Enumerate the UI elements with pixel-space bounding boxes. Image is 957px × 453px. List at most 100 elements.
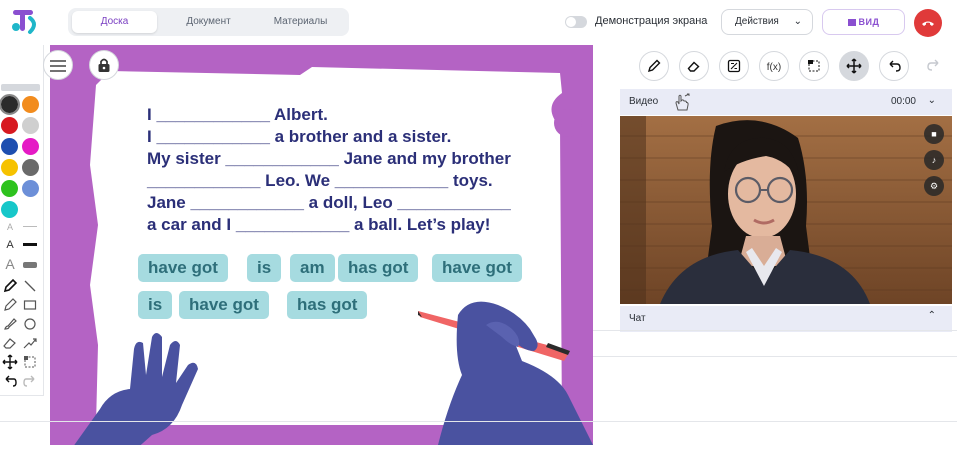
eraser-icon	[687, 61, 700, 72]
word-chip[interactable]: am	[290, 254, 335, 282]
function-button[interactable]: f(x)	[759, 51, 789, 81]
phone-hangup-icon	[922, 21, 934, 26]
formula-block-button[interactable]	[719, 51, 749, 81]
hand-with-pen-illustration	[418, 301, 593, 445]
tab-document[interactable]: Документ	[166, 11, 251, 33]
word-chip[interactable]: have got	[432, 254, 522, 282]
word-chip[interactable]: is	[247, 254, 282, 282]
view-label: ВИД	[858, 17, 880, 27]
chevron-down-icon[interactable]: ⌄	[928, 95, 936, 106]
color-swatch-blue[interactable]	[1, 138, 18, 155]
pencil-icon[interactable]	[2, 278, 18, 294]
text-small-icon[interactable]: A	[2, 219, 18, 235]
color-swatch-lightgrey[interactable]	[22, 117, 39, 134]
rectangle-icon[interactable]	[22, 297, 38, 313]
view-icon	[847, 19, 856, 26]
redo-icon[interactable]	[22, 373, 38, 389]
line-medium-icon[interactable]	[23, 243, 37, 246]
webcam-video: ■ ♪ ⚙	[620, 116, 952, 304]
select-area-icon	[808, 60, 820, 72]
line-thick-icon[interactable]	[23, 262, 37, 268]
actions-dropdown[interactable]: Действия ⌄	[721, 9, 813, 35]
move-tool-button[interactable]	[839, 51, 869, 81]
math-formula-icon	[727, 59, 741, 73]
function-label: f(x)	[766, 62, 782, 73]
arrow-line-icon[interactable]	[22, 335, 38, 351]
undo-icon	[889, 60, 901, 72]
undo-button[interactable]	[879, 51, 909, 81]
brush-icon[interactable]	[2, 316, 18, 332]
pen-icon	[647, 59, 661, 73]
video-panel-title: Видео	[629, 96, 659, 107]
video-timer: 00:00	[890, 96, 916, 107]
word-chip[interactable]: has got	[338, 254, 419, 282]
lock-icon	[98, 58, 110, 72]
hand-pointer-icon[interactable]	[672, 93, 692, 111]
top-bar: Доска Документ Материалы Демонстрация эк…	[0, 0, 957, 45]
whiteboard-canvas[interactable]: I ____________ Albert. I ____________ a …	[50, 45, 593, 445]
text-large-icon[interactable]: A	[2, 256, 18, 272]
board-lock-button[interactable]	[89, 50, 119, 80]
chat-divider	[593, 330, 957, 331]
word-chip[interactable]: is	[138, 291, 173, 319]
color-swatch-red[interactable]	[1, 117, 18, 134]
redo-icon	[927, 59, 939, 71]
color-swatch-grey[interactable]	[22, 159, 39, 176]
circle-icon[interactable]	[22, 316, 38, 332]
highlighter-icon[interactable]	[2, 297, 18, 313]
color-swatch-lightblue[interactable]	[22, 180, 39, 197]
exercise-line-1: I ____________ Albert.	[147, 105, 328, 124]
color-swatch-cyan[interactable]	[1, 201, 18, 218]
redo-button[interactable]	[919, 51, 949, 81]
webcam-feed-illustration	[620, 116, 952, 304]
tab-board[interactable]: Доска	[72, 11, 157, 33]
exercise-line-6: a car and I ____________ a ball. Let’s p…	[147, 215, 491, 234]
word-chip[interactable]: has got	[287, 291, 368, 319]
end-call-button[interactable]	[914, 9, 942, 37]
screen-share-label: Демонстрация экрана	[595, 15, 708, 27]
hamburger-menu-icon	[50, 60, 66, 72]
select-area-icon[interactable]	[22, 354, 38, 370]
line-icon[interactable]	[22, 278, 38, 294]
exercise-line-4: ____________ Leo. We ____________ toys.	[147, 171, 493, 190]
word-chip[interactable]: have got	[179, 291, 269, 319]
video-panel-header[interactable]: Видео 00:00 ⌄	[620, 89, 952, 115]
board-menu-button[interactable]	[43, 50, 73, 80]
move-icon	[846, 58, 862, 74]
screen-share-toggle[interactable]	[565, 16, 587, 28]
word-chip[interactable]: have got	[138, 254, 228, 282]
pen-tool-button[interactable]	[639, 51, 669, 81]
color-swatch-black[interactable]	[0, 94, 20, 115]
exercise-line-2: I ____________ a brother and a sister.	[147, 127, 452, 146]
color-swatch-green[interactable]	[1, 180, 18, 197]
app-logo-icon	[12, 10, 36, 34]
actions-label: Действия	[735, 16, 779, 27]
bottom-divider	[0, 421, 957, 422]
line-thin-icon[interactable]	[23, 226, 37, 227]
mode-tabs: Доска Документ Материалы	[68, 8, 349, 36]
chat-panel-title: Чат	[629, 313, 646, 324]
waving-hand-illustration	[74, 333, 198, 445]
chevron-down-icon: ⌄	[793, 16, 802, 27]
text-medium-icon[interactable]: A	[2, 237, 18, 253]
drawing-palette: A A A	[0, 83, 44, 395]
video-settings-gear-icon[interactable]: ⚙	[924, 176, 944, 196]
microphone-muted-icon[interactable]: ♪	[924, 150, 944, 170]
view-button[interactable]: ВИД	[822, 9, 905, 35]
eraser-icon[interactable]	[2, 335, 18, 351]
color-swatch-orange[interactable]	[22, 96, 39, 113]
chevron-up-icon[interactable]: ⌃	[928, 310, 936, 321]
chat-panel-header[interactable]: Чат ⌃	[620, 306, 952, 332]
palette-bottom-divider	[0, 395, 44, 396]
palette-header-bar	[1, 84, 40, 91]
chat-divider	[593, 356, 957, 357]
camera-toggle-icon[interactable]: ■	[924, 124, 944, 144]
selection-tool-button[interactable]	[799, 51, 829, 81]
move-icon[interactable]	[2, 354, 18, 370]
exercise-line-5: Jane ____________ a doll, Leo __________…	[147, 193, 511, 212]
color-swatch-yellow[interactable]	[1, 159, 18, 176]
eraser-tool-button[interactable]	[679, 51, 709, 81]
undo-icon[interactable]	[2, 373, 18, 389]
tab-materials[interactable]: Материалы	[258, 11, 343, 33]
color-swatch-magenta[interactable]	[22, 138, 39, 155]
